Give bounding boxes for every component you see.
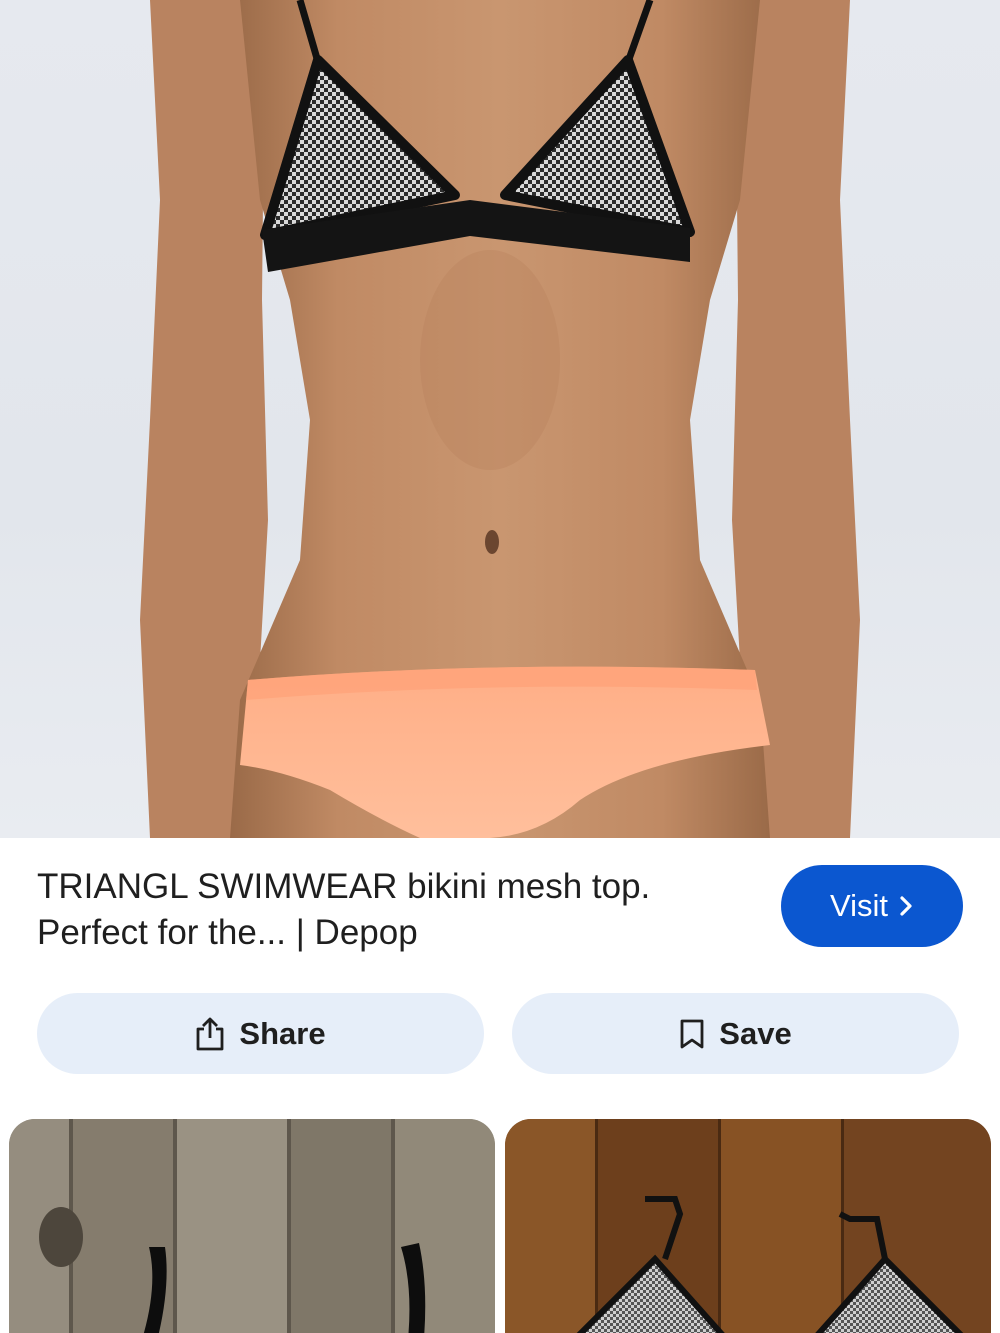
related-image-thumbnail[interactable] <box>505 1119 991 1333</box>
visit-label: Visit <box>829 888 888 923</box>
chevron-right-icon <box>898 894 914 918</box>
visit-button[interactable]: Visit <box>781 865 963 947</box>
result-title[interactable]: TRIANGL SWIMWEAR bikini mesh top. Perfec… <box>37 864 737 956</box>
save-label: Save <box>719 1015 792 1051</box>
save-button[interactable]: Save <box>512 993 959 1074</box>
share-button[interactable]: Share <box>37 993 484 1074</box>
related-image-thumbnail[interactable] <box>9 1119 495 1333</box>
main-product-image[interactable] <box>0 0 1000 838</box>
share-label: Share <box>239 1015 326 1051</box>
bookmark-icon <box>679 1018 705 1050</box>
share-icon <box>195 1016 225 1052</box>
image-viewer: TRIANGL SWIMWEAR bikini mesh top. Perfec… <box>0 0 1000 1333</box>
